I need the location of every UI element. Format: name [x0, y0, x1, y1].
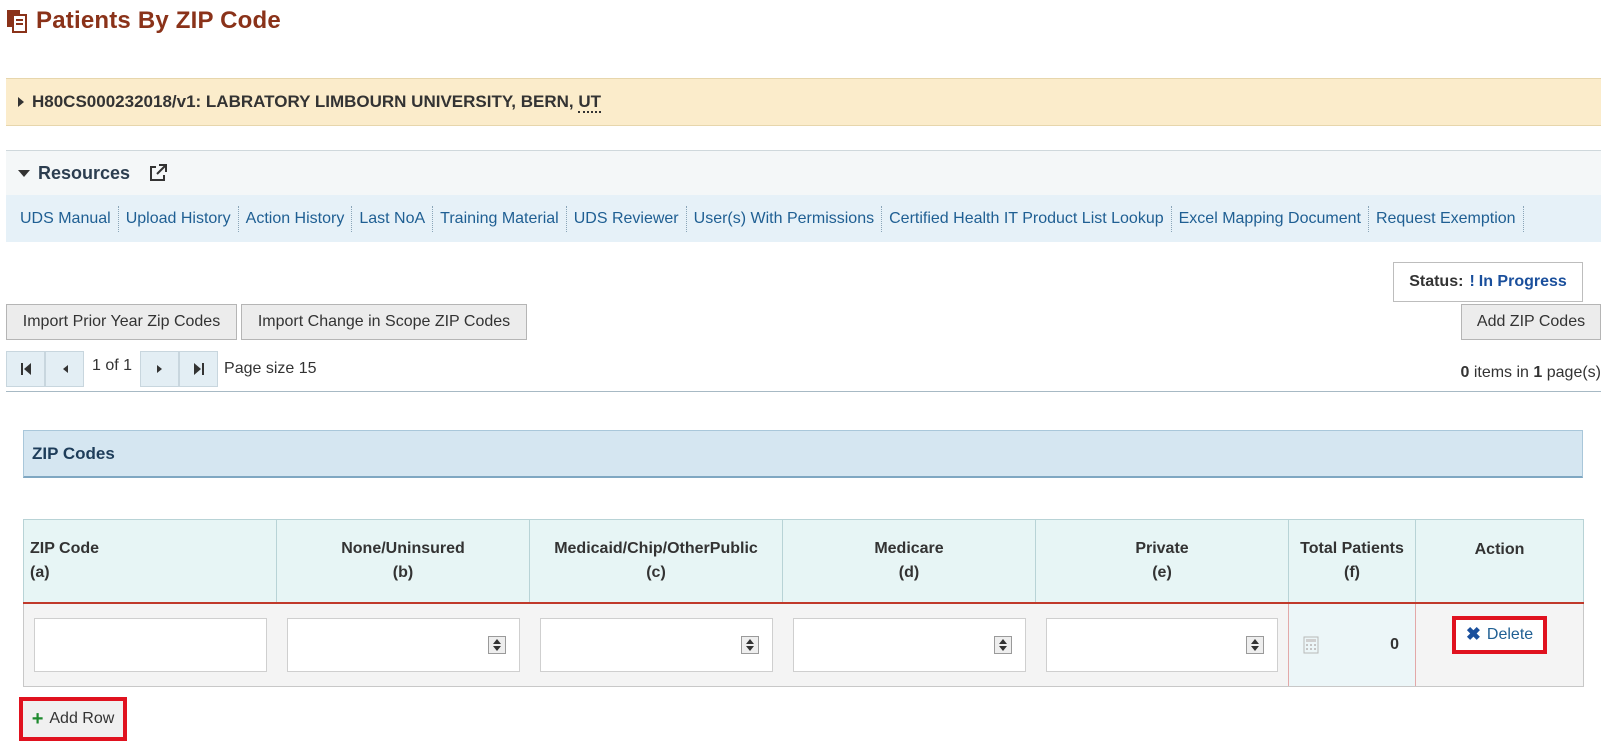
collapse-triangle-icon: [18, 169, 30, 177]
page-title: Patients By ZIP Code: [36, 7, 281, 34]
add-row-label: Add Row: [49, 710, 115, 727]
last-page-button[interactable]: [179, 351, 219, 387]
page-size-label: Page size 15: [224, 360, 317, 377]
status-badge: Status: ! In Progress: [1393, 262, 1583, 302]
column-header-none-uninsured: None/Uninsured (b): [276, 519, 530, 603]
resources-panel: Resources UDS Manual Upload History Acti…: [6, 150, 1601, 242]
section-title: ZIP Codes: [32, 443, 115, 463]
column-header-medicare: Medicare (d): [782, 519, 1036, 603]
status-value: In Progress: [1478, 273, 1567, 290]
resources-header[interactable]: Resources: [6, 151, 1601, 195]
column-header-private: Private (e): [1035, 519, 1289, 603]
medicaid-cell: [529, 601, 783, 687]
column-header-action: Action: [1415, 519, 1584, 603]
spinner-icon[interactable]: [487, 635, 506, 654]
delete-row-button[interactable]: ✖ Delete: [1451, 615, 1548, 654]
total-patients-value: 0: [1390, 635, 1399, 653]
spinner-icon[interactable]: [740, 635, 759, 654]
items-info: 0 items in 1 page(s): [1460, 364, 1601, 381]
link-excel-mapping[interactable]: Excel Mapping Document: [1172, 205, 1369, 232]
add-row-button[interactable]: + Add Row: [19, 697, 127, 741]
medicaid-input[interactable]: [539, 617, 773, 672]
prev-page-button[interactable]: [45, 351, 84, 387]
divider: [6, 391, 1601, 392]
link-certified-health-it[interactable]: Certified Health IT Product List Lookup: [882, 205, 1172, 232]
next-page-button[interactable]: [140, 351, 180, 387]
first-page-button[interactable]: [6, 351, 45, 387]
link-uds-manual[interactable]: UDS Manual: [13, 205, 119, 232]
import-change-scope-button[interactable]: Import Change in Scope ZIP Codes: [241, 304, 527, 340]
grant-banner[interactable]: H80CS000232018/v1: LABRATORY LIMBOURN UN…: [6, 78, 1601, 126]
medicare-cell: [782, 601, 1036, 687]
spinner-icon[interactable]: [993, 635, 1012, 654]
close-icon: ✖: [1465, 624, 1481, 644]
last-page-icon: [193, 363, 204, 375]
zip-code-input[interactable]: [34, 617, 267, 672]
add-zip-codes-button[interactable]: Add ZIP Codes: [1461, 304, 1601, 340]
link-last-noa[interactable]: Last NoA: [352, 205, 434, 232]
prev-page-icon: [62, 365, 68, 373]
state-abbr: UT: [578, 92, 602, 113]
action-cell: ✖ Delete: [1415, 601, 1584, 687]
copy-document-icon: [7, 10, 27, 33]
exclamation-icon: !: [1469, 273, 1475, 290]
zip-codes-table: ZIP Code (a) None/Uninsured (b) Medicaid/C…: [23, 519, 1584, 687]
import-prior-year-button[interactable]: Import Prior Year Zip Codes: [6, 304, 237, 340]
next-page-icon: [156, 365, 162, 373]
private-cell: [1035, 601, 1289, 687]
first-page-icon: [20, 363, 31, 375]
medicare-input[interactable]: [792, 617, 1026, 672]
column-header-total-patients: Total Patients (f): [1288, 519, 1416, 603]
private-input[interactable]: [1045, 617, 1278, 672]
delete-label: Delete: [1486, 625, 1534, 643]
link-users-with-permissions[interactable]: User(s) With Permissions: [687, 205, 883, 232]
table-row: 0 ✖ Delete: [23, 601, 1584, 687]
external-link-icon[interactable]: [148, 163, 168, 183]
status-label: Status:: [1409, 273, 1464, 290]
total-patients-cell: 0: [1288, 601, 1416, 687]
link-action-history[interactable]: Action History: [239, 205, 353, 232]
pager: 1 of 1 Page size 15: [6, 350, 317, 388]
section-header: ZIP Codes: [23, 430, 1583, 478]
spinner-icon[interactable]: [1246, 635, 1264, 654]
resources-title: Resources: [38, 162, 131, 183]
column-header-medicaid: Medicaid/Chip/OtherPublic (c): [529, 519, 783, 603]
page-indicator: 1 of 1: [92, 357, 133, 374]
link-upload-history[interactable]: Upload History: [119, 205, 239, 232]
expand-triangle-icon: [18, 97, 24, 107]
calculator-icon: [1303, 636, 1319, 654]
grant-text: H80CS000232018/v1: LABRATORY LIMBOURN UN…: [32, 92, 602, 113]
resources-links: UDS Manual Upload History Action History…: [6, 195, 1601, 242]
plus-icon: +: [31, 708, 44, 730]
link-uds-reviewer[interactable]: UDS Reviewer: [567, 205, 687, 232]
none-uninsured-input[interactable]: [286, 617, 520, 672]
column-header-zip-code: ZIP Code (a): [23, 519, 277, 603]
page-title-row: Patients By ZIP Code: [6, 6, 281, 36]
link-training-material[interactable]: Training Material: [433, 205, 567, 232]
link-request-exemption[interactable]: Request Exemption: [1369, 205, 1524, 232]
zip-code-cell: [23, 601, 277, 687]
none-uninsured-cell: [276, 601, 530, 687]
